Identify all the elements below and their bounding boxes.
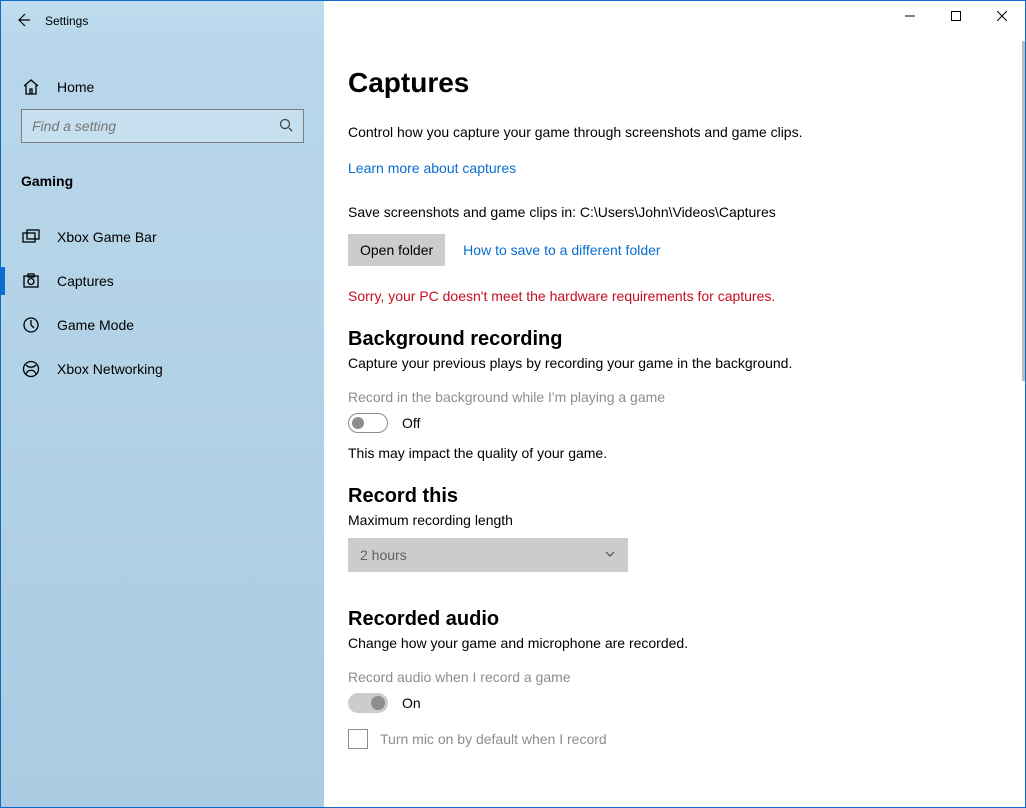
recorded-audio-sub: Change how your game and microphone are …	[348, 635, 997, 651]
mic-checkbox[interactable]	[348, 729, 368, 749]
sidebar-home[interactable]: Home	[1, 65, 324, 109]
record-this-heading: Record this	[348, 485, 997, 508]
sidebar-item-label: Xbox Game Bar	[57, 229, 157, 245]
game-mode-icon	[21, 315, 41, 335]
title-bar: Settings	[1, 1, 1025, 41]
sidebar-item-label: Xbox Networking	[57, 361, 163, 377]
home-icon	[21, 77, 41, 97]
open-folder-row: Open folder How to save to a different f…	[348, 234, 997, 266]
search-input[interactable]	[30, 117, 279, 135]
bg-toggle[interactable]	[348, 413, 388, 433]
save-path-label: Save screenshots and game clips in: C:\U…	[348, 204, 997, 220]
intro-text: Control how you capture your game throug…	[348, 123, 868, 142]
chevron-down-icon	[604, 547, 616, 563]
sidebar-item-game-mode[interactable]: Game Mode	[1, 303, 324, 347]
sidebar-section-label: Gaming	[21, 173, 73, 189]
window-body: Home Gaming Xbox Game Bar	[1, 41, 1025, 807]
sidebar-search[interactable]	[21, 109, 304, 143]
sidebar-item-captures[interactable]: Captures	[1, 259, 324, 303]
page-title: Captures	[348, 67, 997, 99]
audio-toggle-state: On	[402, 695, 421, 711]
sidebar-search-wrap	[1, 109, 324, 159]
record-this-sub: Maximum recording length	[348, 512, 997, 528]
open-folder-button[interactable]: Open folder	[348, 234, 445, 266]
app-title: Settings	[45, 14, 88, 28]
mic-checkbox-label: Turn mic on by default when I record	[380, 731, 607, 747]
sidebar-section-header: Gaming	[1, 159, 324, 203]
xbox-networking-icon	[21, 359, 41, 379]
background-recording-sub: Capture your previous plays by recording…	[348, 355, 997, 371]
title-bar-right	[324, 1, 1025, 41]
close-button[interactable]	[979, 1, 1025, 31]
maximize-button[interactable]	[933, 1, 979, 31]
how-to-save-link[interactable]: How to save to a different folder	[463, 242, 660, 258]
content-pane[interactable]: Captures Control how you capture your ga…	[324, 41, 1025, 807]
background-recording-heading: Background recording	[348, 328, 997, 351]
learn-more-link[interactable]: Learn more about captures	[348, 160, 997, 176]
recorded-audio-heading: Recorded audio	[348, 608, 997, 631]
hardware-error-text: Sorry, your PC doesn't meet the hardware…	[348, 288, 997, 304]
max-length-dropdown[interactable]: 2 hours	[348, 538, 628, 572]
captures-icon	[21, 271, 41, 291]
audio-toggle-label: Record audio when I record a game	[348, 669, 997, 685]
bg-note: This may impact the quality of your game…	[348, 445, 997, 461]
maximize-icon	[951, 8, 961, 24]
minimize-icon	[905, 8, 915, 24]
audio-toggle-row: On	[348, 693, 997, 713]
title-bar-left: Settings	[1, 1, 324, 41]
sidebar-item-xbox-game-bar[interactable]: Xbox Game Bar	[1, 215, 324, 259]
bg-toggle-state: Off	[402, 415, 420, 431]
scrollbar[interactable]	[1020, 41, 1025, 807]
settings-window: Settings Home	[0, 0, 1026, 808]
close-icon	[997, 8, 1007, 24]
toggle-knob-icon	[371, 696, 385, 710]
mic-checkbox-row: Turn mic on by default when I record	[348, 729, 997, 749]
sidebar: Home Gaming Xbox Game Bar	[1, 41, 324, 807]
back-arrow-icon	[15, 12, 31, 31]
minimize-button[interactable]	[887, 1, 933, 31]
max-length-value: 2 hours	[360, 547, 407, 563]
bg-toggle-label: Record in the background while I'm playi…	[348, 389, 997, 405]
game-bar-icon	[21, 227, 41, 247]
bg-toggle-row: Off	[348, 413, 997, 433]
sidebar-item-label: Captures	[57, 273, 114, 289]
toggle-knob-icon	[352, 417, 364, 429]
back-button[interactable]	[1, 1, 45, 41]
sidebar-item-label: Game Mode	[57, 317, 134, 333]
sidebar-item-xbox-networking[interactable]: Xbox Networking	[1, 347, 324, 391]
search-icon	[279, 118, 295, 134]
sidebar-home-label: Home	[57, 79, 94, 95]
audio-toggle[interactable]	[348, 693, 388, 713]
scroll-thumb[interactable]	[1022, 41, 1025, 381]
